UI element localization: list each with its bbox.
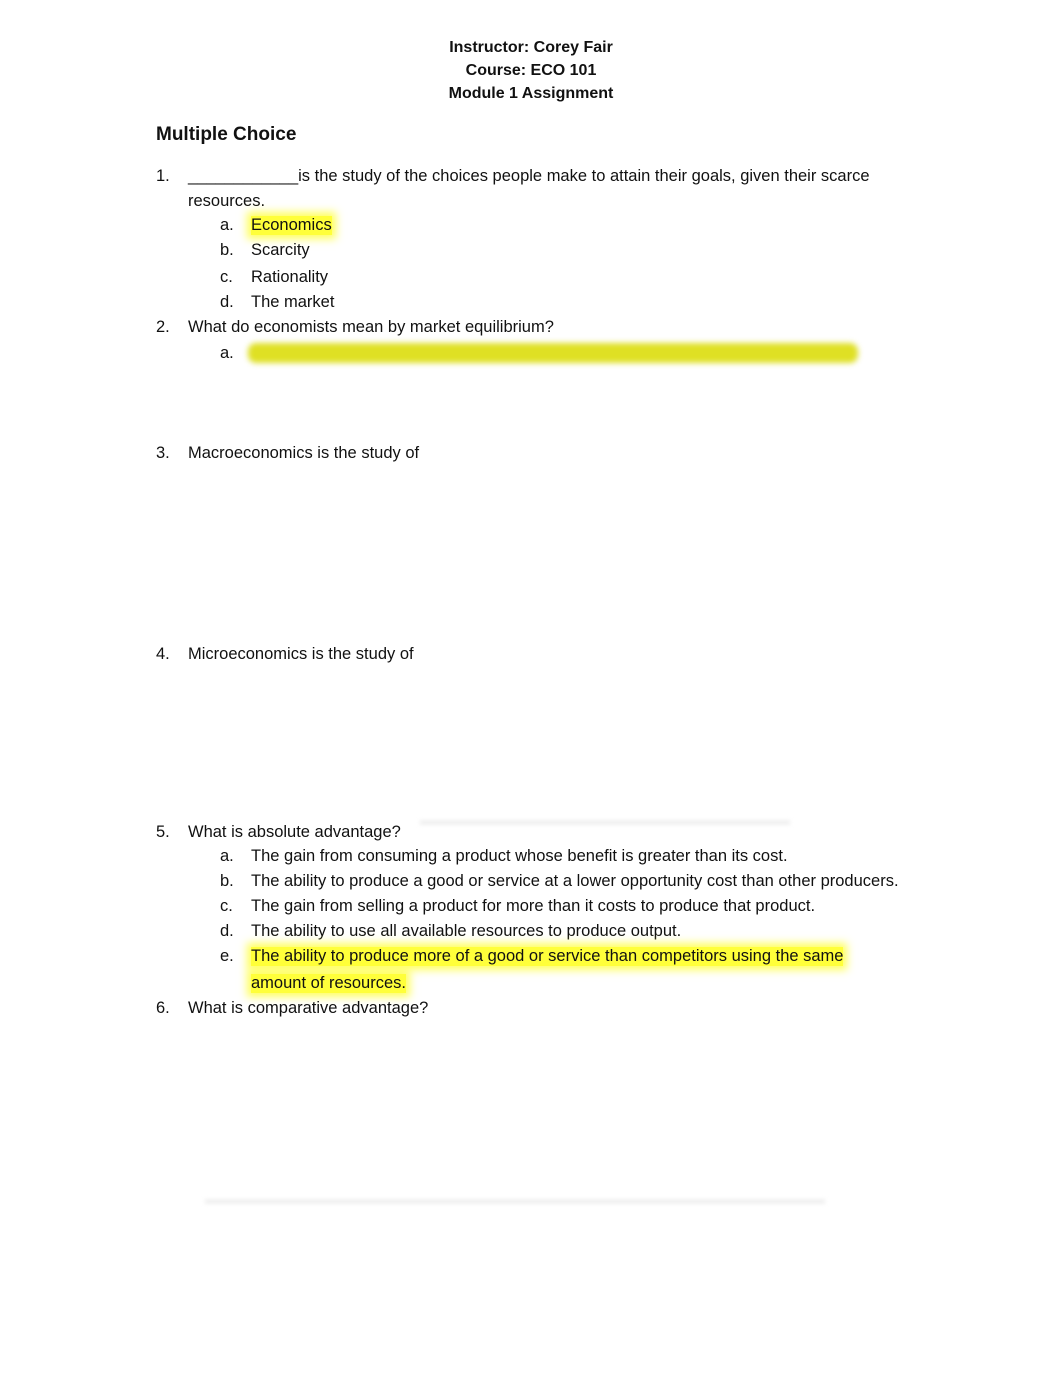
section-title: Multiple Choice <box>156 124 297 145</box>
question-number: 4. <box>156 645 170 663</box>
option-label: a. <box>220 216 234 234</box>
question-text: Microeconomics is the study of <box>188 645 414 663</box>
instructor-heading: Instructor: Corey Fair <box>449 39 613 56</box>
option-label: d. <box>220 293 234 311</box>
course-heading: Course: ECO 101 <box>465 62 597 79</box>
option-text-highlighted: Economics <box>251 216 332 235</box>
option-text: Scarcity <box>251 241 310 259</box>
option-text: The market <box>251 293 335 311</box>
question-text: ____________is the study of the choices … <box>188 167 870 185</box>
option-text-highlighted-cont: amount of resources. <box>251 974 406 993</box>
faint-divider <box>205 1200 825 1203</box>
option-label: b. <box>220 241 234 259</box>
option-label: c. <box>220 268 233 286</box>
question-text-cont: resources. <box>188 192 266 210</box>
question-number: 2. <box>156 318 170 336</box>
assignment-heading: Module 1 Assignment <box>448 85 614 102</box>
question-number: 5. <box>156 823 170 841</box>
question-number: 6. <box>156 999 170 1017</box>
question-number: 3. <box>156 444 170 462</box>
question-text: What do economists mean by market equili… <box>188 318 554 336</box>
question-number: 1. <box>156 167 170 185</box>
option-label: a. <box>220 847 234 865</box>
option-text-highlighted: The ability to produce more of a good or… <box>251 947 844 966</box>
option-label: d. <box>220 922 234 940</box>
faint-divider <box>420 821 790 824</box>
option-text: Rationality <box>251 268 329 286</box>
obscured-answer <box>248 343 858 363</box>
option-label: c. <box>220 897 233 915</box>
question-text: What is comparative advantage? <box>188 999 429 1017</box>
option-text: The gain from consuming a product whose … <box>251 847 788 865</box>
option-label: b. <box>220 872 234 890</box>
question-text: What is absolute advantage? <box>188 823 401 841</box>
document-page: Instructor: Corey Fair Course: ECO 101 M… <box>0 0 1062 1377</box>
question-text: Macroeconomics is the study of <box>188 444 420 462</box>
option-label: a. <box>220 344 234 362</box>
option-text: The ability to produce a good or service… <box>251 872 899 890</box>
option-label: e. <box>220 947 234 965</box>
option-text: The gain from selling a product for more… <box>251 897 816 915</box>
option-text: The ability to use all available resourc… <box>251 922 682 940</box>
